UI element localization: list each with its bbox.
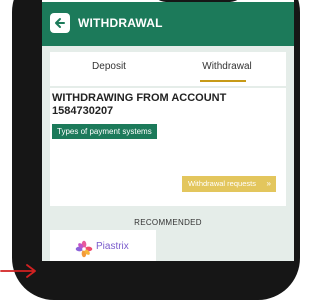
recommended-heading: RECOMMENDED [134, 218, 202, 227]
piastrix-flower-icon [75, 240, 93, 258]
payment-method-piastrix[interactable]: Piastrix [50, 230, 156, 261]
page-title: WITHDRAWAL [78, 16, 163, 30]
phone-notch [152, 0, 244, 2]
chevron-double-down-icon: » [266, 179, 271, 188]
arrow-left-icon [55, 18, 65, 28]
tab-bar: Deposit Withdrawal [50, 52, 286, 86]
back-button[interactable] [50, 13, 70, 33]
app-header: WITHDRAWAL [42, 2, 294, 46]
withdrawal-requests-button[interactable]: Withdrawal requests » [182, 176, 276, 192]
withdrawal-card: WITHDRAWING FROM ACCOUNT 1584730207 Type… [50, 88, 286, 206]
pointer-arrow-icon [0, 264, 36, 278]
withdrawal-requests-label: Withdrawal requests [188, 179, 256, 188]
app-screen: WITHDRAWAL Deposit Withdrawal WITHDRAWIN… [42, 0, 294, 261]
piastrix-label: Piastrix [96, 241, 129, 252]
active-tab-indicator [200, 80, 246, 82]
payment-systems-button[interactable]: Types of payment systems [52, 124, 157, 139]
tab-deposit[interactable]: Deposit [50, 52, 168, 86]
phone-frame: WITHDRAWAL Deposit Withdrawal WITHDRAWIN… [12, 0, 300, 300]
account-heading: WITHDRAWING FROM ACCOUNT 1584730207 [52, 92, 227, 117]
